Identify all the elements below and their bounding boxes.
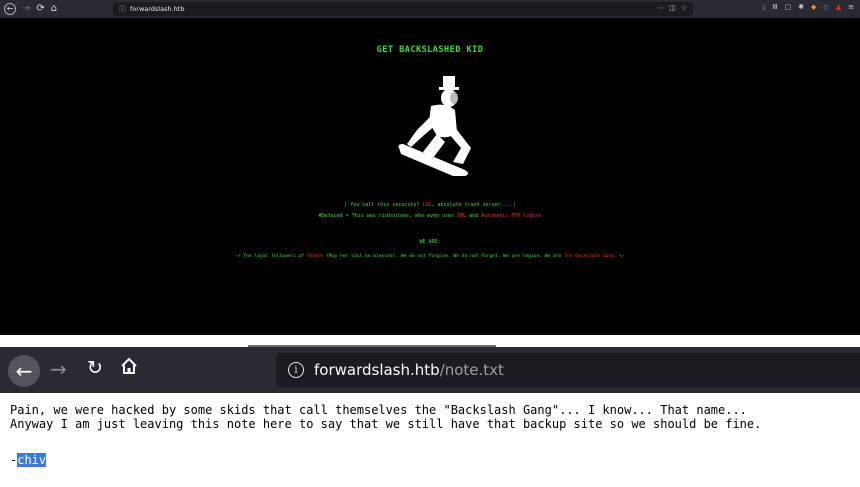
security-text-2: , absolute trash server... |	[431, 202, 516, 208]
sidebar-icon[interactable]: ▢	[784, 3, 791, 12]
top-url-text: forwardslash.htb	[130, 5, 185, 13]
more-icon[interactable]: ⋯	[657, 4, 664, 12]
snowboarder-image	[398, 76, 471, 176]
note-line-1: Pain, we were hacked by some skids that …	[10, 403, 747, 417]
loyal-text-1: -> The loyal followers of	[234, 254, 307, 259]
url-actions: ⋯ ◫ ☆	[657, 4, 687, 12]
page-title: GET BACKSLASHED KID	[376, 45, 484, 55]
defaced-message: #Defaced • This was ridiculous, who even…	[0, 213, 860, 219]
home-icon[interactable]	[120, 357, 138, 375]
reload-icon[interactable]: ⟳	[36, 4, 44, 14]
loyal-text-2: (May her soul be blessed). We do not for…	[323, 254, 565, 259]
loyal-followers-message: -> The loyal followers of Sharon (May he…	[0, 254, 860, 259]
defaced-text-and: and	[466, 213, 482, 219]
top-nav-buttons: ← → ⟳ ⌂	[0, 3, 110, 15]
addon-icon[interactable]: ▲	[836, 3, 841, 12]
wappalyzer-icon[interactable]: ◇	[823, 3, 828, 12]
bottom-url-bar[interactable]: i forwardslash.htb/note.txt	[276, 353, 860, 387]
info-icon[interactable]: ⓘ	[119, 4, 126, 14]
reload-icon[interactable]: ↻	[87, 357, 103, 379]
back-icon[interactable]: ←	[4, 3, 16, 15]
top-toolbar-tools: ⤓ Ⅲ ▢ ✺ ◆ ◇ ▲ ≡	[763, 3, 854, 12]
info-icon[interactable]: i	[288, 362, 304, 378]
signature-name-selected[interactable]: chiv	[17, 453, 47, 467]
download-icon[interactable]: ⤓	[763, 3, 766, 12]
gang-text: The Backslash Gang.	[564, 254, 617, 259]
star-icon[interactable]: ☆	[681, 4, 687, 12]
loyal-text-3: <-	[616, 254, 626, 259]
bottom-toolbar: ← → ↻ i forwardslash.htb/note.txt	[0, 347, 860, 393]
top-url-bar[interactable]: ⓘ forwardslash.htb ⋯ ◫ ☆	[113, 2, 693, 16]
menu-icon[interactable]: ≡	[848, 3, 854, 12]
security-message: | You call this security? LOL, absolute …	[0, 202, 860, 208]
forward-icon[interactable]: →	[50, 357, 67, 381]
defaced-page: GET BACKSLASHED KID | You call this secu…	[0, 18, 860, 335]
lol-text: LOL	[422, 202, 432, 208]
foxyproxy-icon[interactable]: ◆	[811, 3, 816, 12]
xml-text: XML	[457, 213, 467, 219]
pocket-icon[interactable]: ◫	[669, 4, 676, 12]
home-icon[interactable]: ⌂	[51, 4, 57, 14]
extension-icon[interactable]: ✺	[798, 3, 804, 12]
sharon-text: Sharon	[306, 254, 324, 259]
back-icon[interactable]: ←	[8, 355, 40, 387]
defaced-text-1: #Defaced • This was ridiculous, who even…	[318, 213, 458, 219]
we-are-heading: WE ARE:	[419, 239, 441, 245]
url-host: forwardslash.htb	[314, 361, 440, 379]
top-browser-window: ← → ⟳ ⌂ ⓘ forwardslash.htb ⋯ ◫ ☆ ⤓ Ⅲ ▢ ✺…	[0, 0, 860, 335]
note-line-2: Anyway I am just leaving this note here …	[10, 417, 762, 431]
note-signature: -chiv	[10, 453, 47, 467]
bottom-browser-window: ← → ↻ i forwardslash.htb/note.txt Pain, …	[0, 345, 860, 487]
security-text-1: | You call this security?	[344, 202, 423, 208]
top-toolbar: ← → ⟳ ⌂ ⓘ forwardslash.htb ⋯ ◫ ☆ ⤓ Ⅲ ▢ ✺…	[0, 0, 860, 18]
forward-icon[interactable]: →	[22, 4, 30, 14]
library-icon[interactable]: Ⅲ	[773, 3, 778, 12]
url-path: /note.txt	[439, 361, 504, 379]
ftp-text: Automatic FTP logins	[481, 213, 542, 219]
note-text: Pain, we were hacked by some skids that …	[10, 403, 860, 431]
